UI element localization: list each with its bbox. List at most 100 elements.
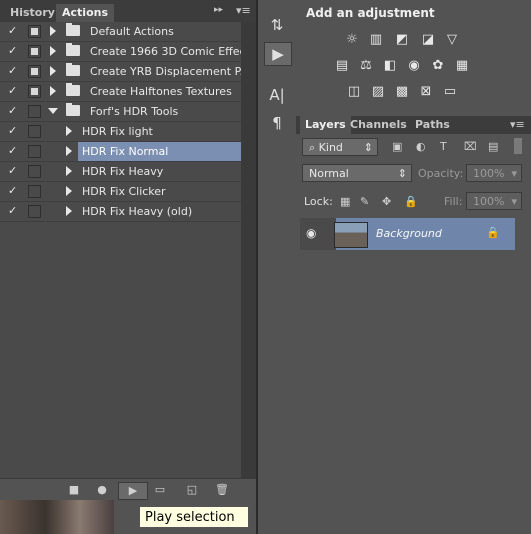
expand-triangle-icon[interactable]	[50, 26, 56, 36]
action-set-label: Forf's HDR Tools	[90, 105, 179, 118]
dialog-toggle[interactable]	[28, 145, 41, 158]
invert-icon[interactable]: ◫	[346, 84, 362, 100]
filter-smart-object-icon[interactable]: ▤	[488, 140, 498, 153]
levels-icon[interactable]: ▥	[368, 32, 384, 48]
threshold-icon[interactable]: ▩	[394, 84, 410, 100]
record-button[interactable]: ●	[94, 482, 110, 498]
checkmark-icon[interactable]: ✓	[8, 25, 20, 37]
checkmark-icon[interactable]: ✓	[8, 145, 20, 157]
action-row[interactable]: ✓ HDR Fix Heavy (old)	[0, 202, 241, 222]
channel-mixer-icon[interactable]: ✿	[430, 58, 446, 74]
filter-toggle-icon[interactable]	[514, 138, 522, 154]
checkmark-icon[interactable]: ✓	[8, 185, 20, 197]
action-set-row[interactable]: ✓ Default Actions	[0, 22, 241, 42]
filter-adjustment-icon[interactable]: ◐	[416, 140, 426, 153]
posterize-icon[interactable]: ▨	[370, 84, 386, 100]
new-set-folder-icon[interactable]: ▭	[152, 482, 168, 498]
action-row[interactable]: ✓ HDR Fix Heavy	[0, 162, 241, 182]
dialog-toggle[interactable]	[28, 85, 41, 98]
tab-layers[interactable]: Layers	[300, 116, 351, 134]
trash-icon[interactable]: 🗑	[214, 482, 230, 498]
curves-icon[interactable]: ◩	[394, 32, 410, 48]
panel-menu-icon[interactable]: ▾≡	[510, 118, 525, 131]
expand-triangle-icon[interactable]	[66, 166, 72, 176]
dialog-toggle[interactable]	[28, 165, 41, 178]
filter-kind-select[interactable]: ⌕ Kind ⇕	[302, 138, 378, 156]
tab-history[interactable]: History	[4, 4, 61, 22]
tab-channels[interactable]: Channels	[350, 116, 407, 134]
checkmark-icon[interactable]: ✓	[8, 85, 20, 97]
checkmark-icon[interactable]: ✓	[8, 125, 20, 137]
expand-triangle-icon[interactable]	[50, 86, 56, 96]
dialog-toggle[interactable]	[28, 185, 41, 198]
paragraph-icon[interactable]: ¶	[264, 112, 290, 134]
lock-image-icon[interactable]: ✎	[360, 195, 369, 208]
opacity-value: 100%	[473, 167, 505, 180]
checkmark-icon[interactable]: ✓	[8, 205, 20, 217]
play-selection-button[interactable]: ▶	[118, 482, 148, 500]
filter-type-icon[interactable]: T	[440, 140, 447, 153]
actions-panel: History Actions ▸▸ ▾≡ ✓ Default Actions …	[0, 0, 256, 534]
filter-shape-icon[interactable]: ⌧	[464, 140, 477, 153]
collapse-icon[interactable]: ▸▸	[214, 5, 223, 15]
tooltip-play-selection: Play selection	[139, 506, 249, 528]
layer-thumbnail[interactable]	[334, 222, 368, 248]
opacity-field[interactable]: 100% ▾	[466, 164, 522, 182]
checkmark-icon[interactable]: ✓	[8, 165, 20, 177]
actions-toolbar: ■ ● ▶ ▭ ◱ 🗑	[0, 478, 256, 501]
expand-triangle-icon[interactable]	[66, 126, 72, 136]
character-icon[interactable]: A|	[264, 84, 290, 106]
panel-menu-icon[interactable]: ▾≡	[236, 4, 251, 17]
vibrance-icon[interactable]: ▽	[444, 32, 460, 48]
action-row[interactable]: ✓ HDR Fix light	[0, 122, 241, 142]
brightness-contrast-icon[interactable]: ☼	[344, 32, 360, 48]
checkmark-icon[interactable]: ✓	[8, 45, 20, 57]
stop-button[interactable]: ■	[66, 482, 82, 498]
exposure-icon[interactable]: ◪	[420, 32, 436, 48]
vertical-scrollbar[interactable]	[241, 22, 256, 478]
dialog-toggle[interactable]	[28, 125, 41, 138]
action-row[interactable]: ✓ HDR Fix Clicker	[0, 182, 241, 202]
expand-triangle-icon[interactable]	[66, 206, 72, 216]
filter-pixel-icon[interactable]: ▣	[392, 140, 402, 153]
hue-saturation-icon[interactable]: ▤	[334, 58, 350, 74]
black-white-icon[interactable]: ◧	[382, 58, 398, 74]
action-set-row[interactable]: ✓ Create 1966 3D Comic Effect	[0, 42, 250, 62]
action-set-row[interactable]: ✓ Forf's HDR Tools	[0, 102, 241, 122]
lock-all-icon[interactable]: 🔒	[404, 195, 418, 208]
expand-triangle-icon[interactable]	[66, 146, 72, 156]
photo-filter-icon[interactable]: ◉	[406, 58, 422, 74]
dialog-toggle[interactable]	[28, 105, 41, 118]
actions-play-icon[interactable]: ▶	[264, 42, 292, 66]
dialog-toggle[interactable]	[28, 45, 41, 58]
expand-triangle-icon[interactable]	[66, 186, 72, 196]
tab-actions[interactable]: Actions	[56, 4, 114, 22]
checkmark-icon[interactable]: ✓	[8, 65, 20, 77]
action-set-row[interactable]: ✓ Create YRB Displacement P...	[0, 62, 250, 82]
tab-paths[interactable]: Paths	[415, 116, 450, 134]
gradient-map-icon[interactable]: ▭	[442, 84, 458, 100]
history-icon[interactable]: ⇅	[264, 14, 290, 36]
action-row-selected[interactable]: ✓ HDR Fix Normal	[0, 142, 241, 162]
selective-color-icon[interactable]: ⊠	[418, 84, 434, 100]
color-lookup-icon[interactable]: ▦	[454, 58, 470, 74]
right-panels: Add an adjustment ☼ ▥ ◩ ◪ ▽ ▤ ⚖ ◧ ◉ ✿ ▦ …	[296, 0, 531, 534]
dialog-toggle[interactable]	[28, 205, 41, 218]
dialog-toggle[interactable]	[28, 25, 41, 38]
action-set-row[interactable]: ✓ Create Halftones Textures	[0, 82, 241, 102]
color-balance-icon[interactable]: ⚖	[358, 58, 374, 74]
layer-row[interactable]: ◉ Background 🔒	[300, 218, 515, 250]
expand-triangle-icon[interactable]	[50, 66, 56, 76]
collapse-triangle-icon[interactable]	[48, 108, 58, 114]
checkmark-icon[interactable]: ✓	[8, 105, 20, 117]
expand-triangle-icon[interactable]	[50, 46, 56, 56]
action-set-label: Create 1966 3D Comic Effect	[90, 45, 250, 58]
lock-transparent-icon[interactable]: ▦	[340, 195, 350, 208]
new-action-icon[interactable]: ◱	[184, 482, 200, 498]
dialog-toggle[interactable]	[28, 65, 41, 78]
lock-position-icon[interactable]: ✥	[382, 195, 391, 208]
eye-icon[interactable]: ◉	[306, 226, 316, 240]
blend-mode-select[interactable]: Normal ⇕	[302, 164, 412, 182]
adjustments-title: Add an adjustment	[306, 6, 435, 20]
fill-field[interactable]: 100% ▾	[466, 192, 522, 210]
